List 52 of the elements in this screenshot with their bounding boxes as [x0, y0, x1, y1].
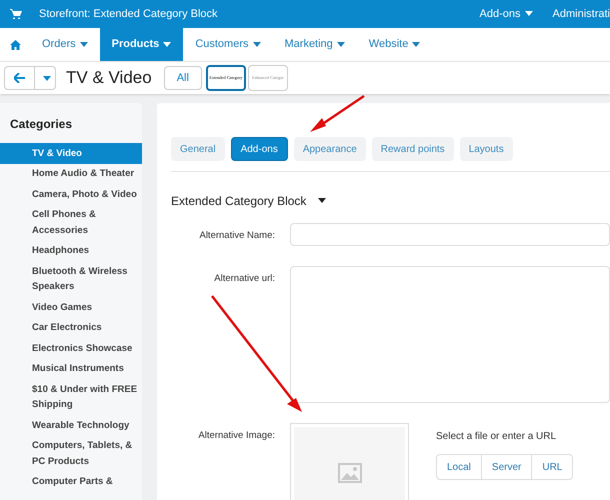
caret-icon [336, 42, 345, 47]
section-title: Extended Category Block [171, 193, 306, 210]
tab[interactable]: Layouts [460, 137, 513, 161]
category-item[interactable]: Video Games [0, 297, 142, 318]
category-item[interactable]: Headphones [0, 240, 142, 261]
category-item[interactable]: Computers, Tablets, & PC Products [0, 436, 142, 472]
field-label: Alternative Image: [197, 429, 276, 443]
nav-item[interactable]: Website [356, 28, 432, 61]
caret-icon [80, 42, 88, 47]
source-button[interactable]: URL [531, 455, 572, 479]
arrow-left-icon [14, 73, 25, 83]
filter-button[interactable]: All [164, 66, 202, 90]
tab[interactable]: Add-ons [230, 137, 288, 161]
source-button[interactable]: Local [437, 455, 481, 479]
tab[interactable]: General [171, 137, 225, 161]
caret-icon [412, 42, 420, 47]
sidebar-title: Categories [9, 116, 74, 133]
category-item[interactable]: Electronics Showcase [0, 338, 142, 358]
source-button[interactable]: Server [480, 455, 532, 479]
category-item[interactable]: Musical Instruments [0, 358, 142, 379]
caret-icon [43, 76, 51, 80]
category-item[interactable]: Car Electronics [0, 318, 142, 338]
top-menu[interactable]: Administrati [552, 6, 610, 22]
page-title: TV & Video [66, 67, 152, 90]
caret-icon [318, 198, 326, 204]
cart-icon [10, 9, 22, 19]
category-item[interactable]: Bluetooth & Wireless Speakers [0, 261, 142, 297]
category-item[interactable]: TV & Video [0, 143, 142, 164]
tab[interactable]: Reward points [372, 137, 454, 161]
category-item[interactable]: Cell Phones & Accessories [0, 204, 142, 240]
nav-item[interactable]: Customers [183, 28, 272, 61]
nav-item[interactable]: Orders [30, 28, 100, 61]
field-label: Alternative url: [213, 272, 276, 286]
store-title: Storefront: Extended Category Block [39, 6, 218, 22]
category-item[interactable]: Home Audio & Theater [0, 164, 142, 184]
image-icon [338, 463, 362, 483]
nav-item[interactable]: Products [100, 28, 184, 61]
input-field[interactable] [290, 223, 610, 246]
textarea-field[interactable] [290, 266, 610, 403]
category-item[interactable]: $10 & Under with FREE Shipping [0, 379, 142, 415]
tab[interactable]: Appearance [294, 137, 366, 161]
nav-item[interactable]: Marketing [272, 28, 357, 61]
category-item[interactable]: Wearable Technology [0, 415, 142, 436]
category-item[interactable]: Computer Parts & [0, 472, 142, 492]
category-item[interactable]: Camera, Photo & Video [0, 184, 142, 204]
upload-hint: Select a file or enter a URL [436, 430, 558, 444]
caret-icon [524, 11, 533, 16]
caret-icon [252, 42, 260, 47]
field-label: Alternative Name: [198, 229, 276, 243]
top-menu[interactable]: Add-ons [480, 6, 533, 22]
caret-icon [163, 42, 172, 47]
arrow [308, 94, 366, 134]
